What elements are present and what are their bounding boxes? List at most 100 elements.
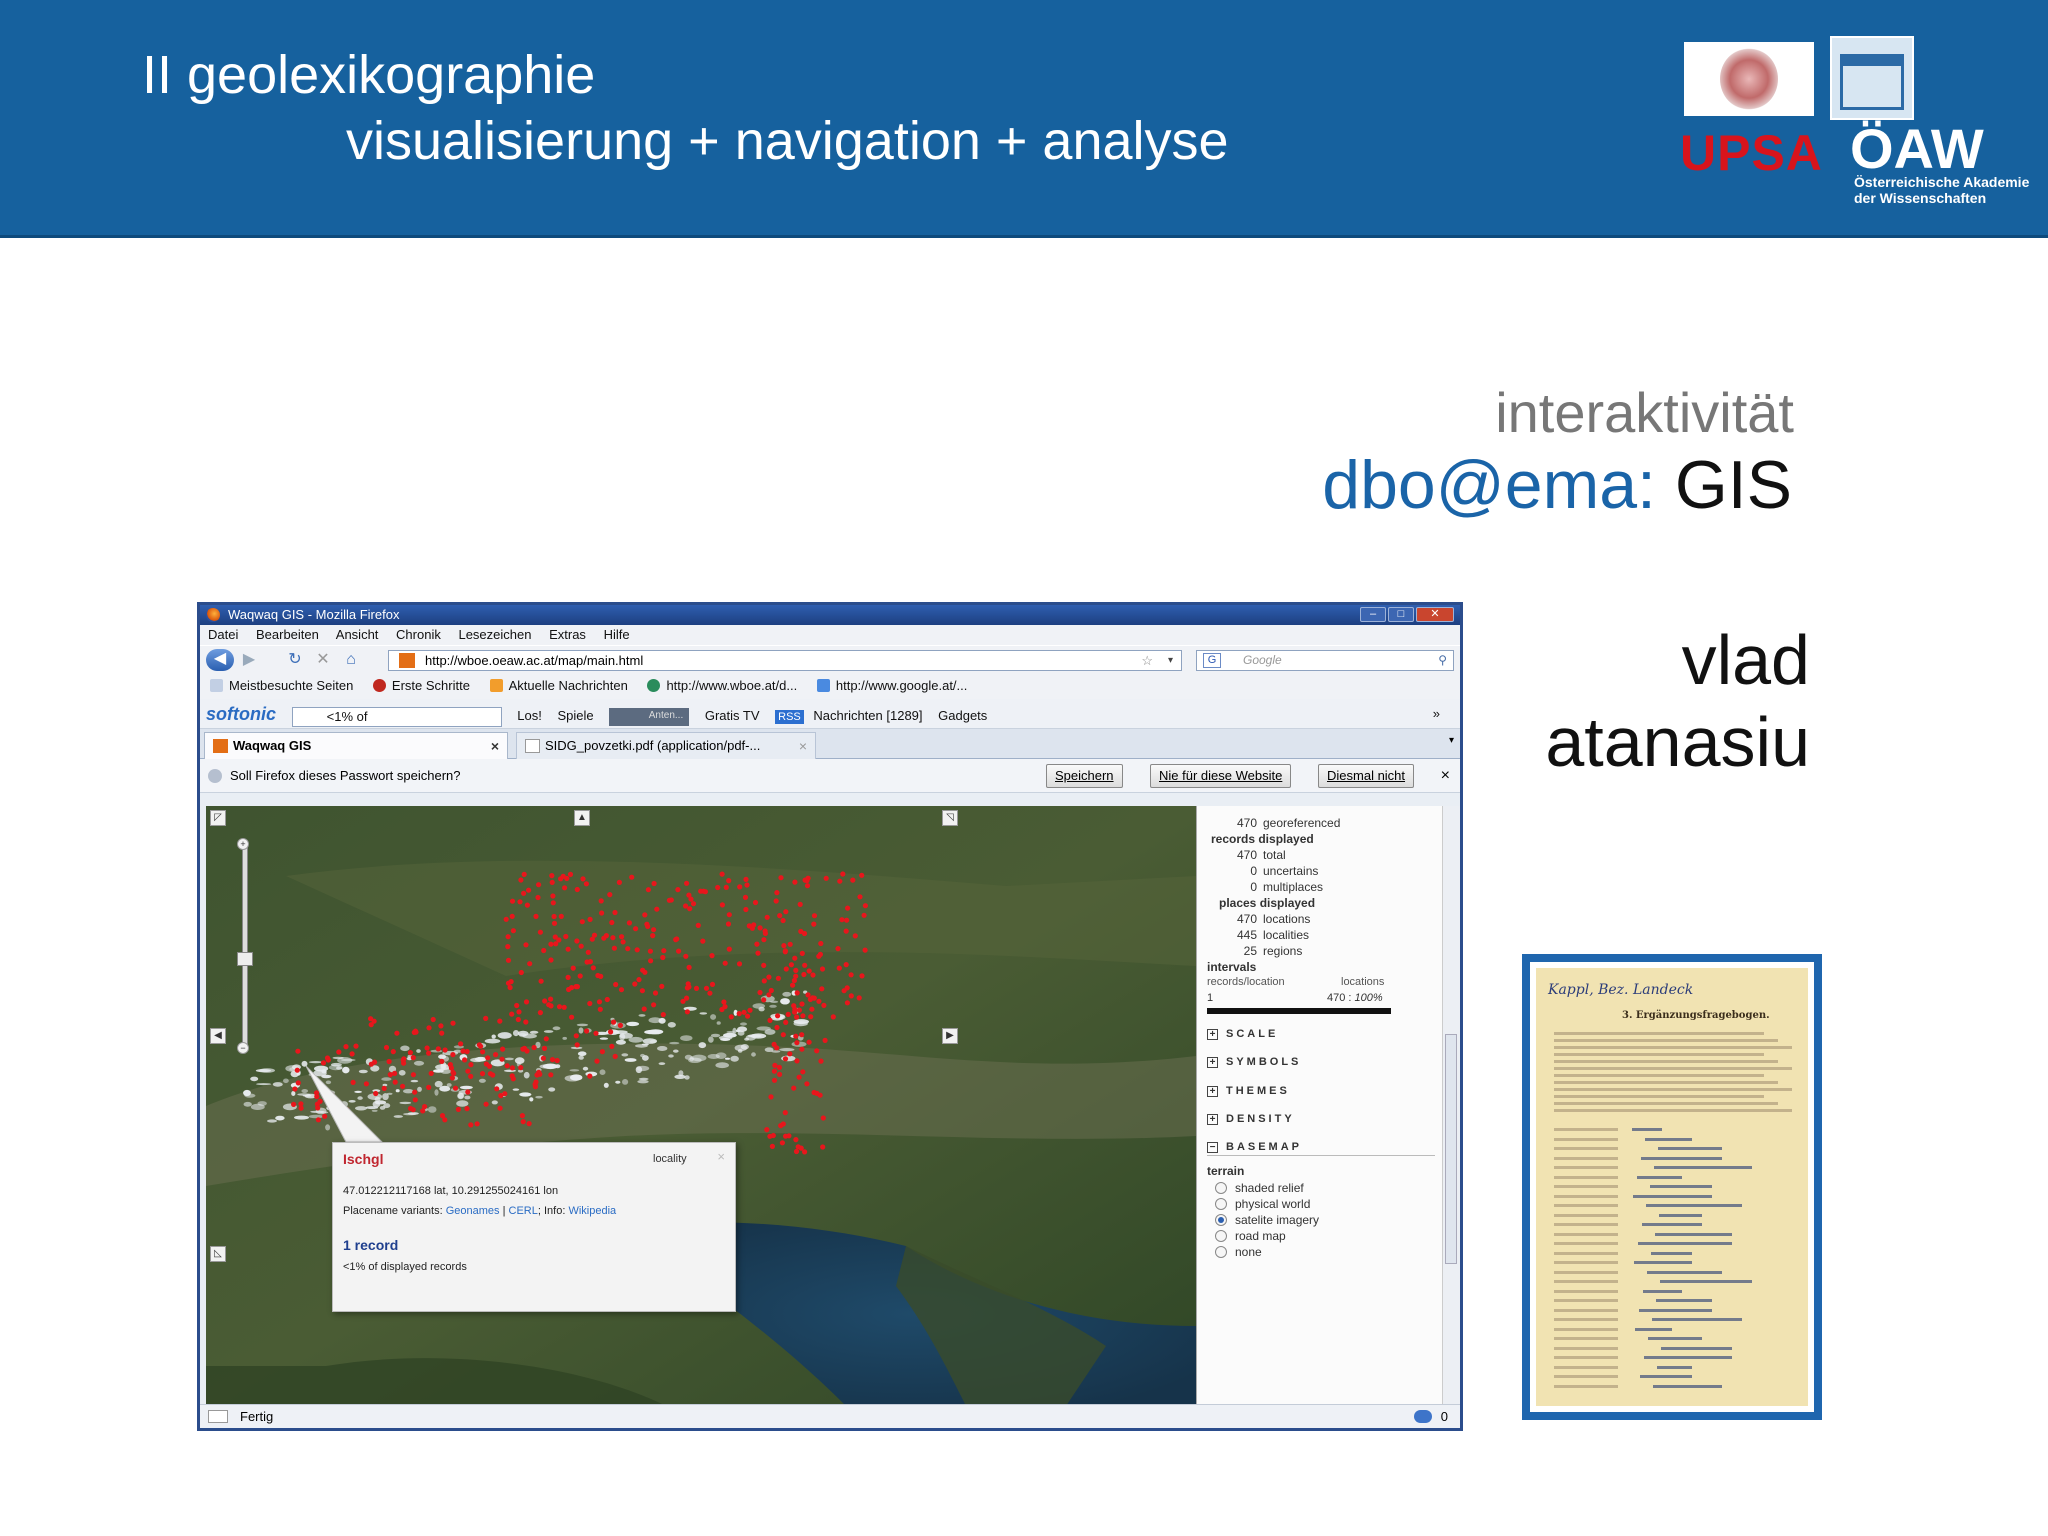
- location-marker[interactable]: [768, 1094, 774, 1100]
- location-marker[interactable]: [676, 948, 682, 954]
- location-marker[interactable]: [408, 1105, 414, 1112]
- location-marker[interactable]: [508, 979, 514, 985]
- location-marker[interactable]: [769, 1143, 776, 1149]
- location-marker[interactable]: [599, 1049, 605, 1055]
- location-marker[interactable]: [498, 1093, 504, 1099]
- menu-bearbeiten[interactable]: Bearbeiten: [256, 627, 319, 642]
- location-marker[interactable]: [400, 1083, 406, 1089]
- location-marker[interactable]: [703, 985, 710, 991]
- location-marker[interactable]: [783, 1133, 789, 1139]
- location-marker[interactable]: [799, 950, 805, 956]
- location-marker[interactable]: [439, 1058, 445, 1064]
- basemap-option-shaded-relief[interactable]: shaded relief: [1215, 1181, 1304, 1195]
- location-marker[interactable]: [766, 974, 772, 980]
- location-marker[interactable]: [796, 1074, 802, 1080]
- toolbar-games-menu[interactable]: Spiele: [557, 708, 593, 723]
- location-marker[interactable]: [782, 1056, 789, 1062]
- location-marker[interactable]: [291, 1101, 297, 1107]
- location-marker[interactable]: [768, 987, 774, 994]
- location-marker[interactable]: [521, 871, 527, 877]
- basemap-option-satellite[interactable]: satelite imagery: [1215, 1213, 1319, 1227]
- location-marker[interactable]: [761, 997, 767, 1003]
- location-marker[interactable]: [728, 1014, 734, 1020]
- location-marker[interactable]: [822, 1037, 828, 1043]
- location-marker[interactable]: [387, 1072, 393, 1078]
- location-marker[interactable]: [574, 886, 580, 893]
- location-marker[interactable]: [325, 1057, 331, 1063]
- location-marker[interactable]: [804, 883, 811, 889]
- location-marker[interactable]: [422, 1104, 428, 1110]
- location-marker[interactable]: [722, 960, 728, 966]
- location-marker[interactable]: [587, 1073, 593, 1079]
- location-marker[interactable]: [509, 1011, 515, 1017]
- location-marker[interactable]: [499, 1056, 505, 1062]
- location-marker[interactable]: [526, 1121, 532, 1127]
- basemap-section[interactable]: − BASEMAP: [1207, 1141, 1302, 1153]
- location-marker[interactable]: [844, 985, 850, 991]
- location-marker[interactable]: [426, 1050, 432, 1056]
- location-marker[interactable]: [719, 902, 726, 908]
- location-marker[interactable]: [410, 1072, 416, 1078]
- location-marker[interactable]: [611, 945, 617, 951]
- location-marker[interactable]: [613, 981, 619, 988]
- location-marker[interactable]: [770, 1132, 776, 1139]
- location-marker[interactable]: [520, 1046, 526, 1052]
- location-marker[interactable]: [517, 899, 523, 905]
- location-marker[interactable]: [607, 892, 613, 898]
- location-marker[interactable]: [426, 1084, 432, 1090]
- location-marker[interactable]: [767, 1017, 773, 1023]
- location-marker[interactable]: [719, 871, 725, 877]
- location-marker[interactable]: [292, 1086, 298, 1092]
- search-icon[interactable]: ⚲: [1438, 651, 1447, 670]
- location-marker[interactable]: [651, 1002, 657, 1008]
- location-marker[interactable]: [503, 916, 509, 922]
- location-marker[interactable]: [861, 912, 867, 918]
- location-marker[interactable]: [809, 1006, 815, 1012]
- location-marker[interactable]: [688, 896, 694, 902]
- themes-section[interactable]: + THEMES: [1207, 1085, 1290, 1097]
- location-marker[interactable]: [550, 893, 556, 899]
- location-marker[interactable]: [648, 958, 654, 964]
- location-marker[interactable]: [709, 953, 715, 959]
- location-marker[interactable]: [680, 998, 686, 1004]
- search-field[interactable]: G Google ⚲: [1196, 650, 1454, 671]
- location-marker[interactable]: [737, 884, 743, 890]
- cerl-link[interactable]: CERL: [509, 1205, 538, 1217]
- location-marker[interactable]: [541, 947, 547, 954]
- location-marker[interactable]: [573, 1033, 579, 1039]
- location-marker[interactable]: [386, 1058, 392, 1065]
- menu-datei[interactable]: Datei: [208, 627, 238, 642]
- wikipedia-link[interactable]: Wikipedia: [568, 1205, 616, 1217]
- location-marker[interactable]: [412, 1028, 419, 1034]
- location-marker[interactable]: [515, 1016, 521, 1023]
- location-marker[interactable]: [743, 906, 749, 913]
- popup-record-count[interactable]: 1 record: [343, 1237, 398, 1253]
- location-marker[interactable]: [715, 884, 721, 891]
- location-marker[interactable]: [412, 1089, 418, 1095]
- location-marker[interactable]: [464, 1106, 470, 1112]
- location-marker[interactable]: [810, 972, 816, 978]
- location-marker[interactable]: [435, 1046, 441, 1052]
- back-button[interactable]: ◀: [206, 649, 234, 671]
- location-marker[interactable]: [452, 1085, 459, 1091]
- location-marker[interactable]: [497, 1105, 503, 1111]
- location-marker[interactable]: [516, 1009, 522, 1015]
- location-marker[interactable]: [793, 1148, 800, 1155]
- location-marker[interactable]: [587, 959, 593, 965]
- maximize-button[interactable]: □: [1388, 607, 1414, 622]
- location-marker[interactable]: [805, 992, 811, 998]
- location-marker[interactable]: [616, 879, 622, 885]
- location-marker[interactable]: [549, 879, 555, 885]
- location-marker[interactable]: [558, 913, 564, 919]
- location-marker[interactable]: [563, 933, 569, 940]
- location-marker[interactable]: [438, 1023, 444, 1029]
- location-marker[interactable]: [368, 1016, 374, 1022]
- location-marker[interactable]: [726, 946, 732, 952]
- location-marker[interactable]: [536, 882, 542, 888]
- location-marker[interactable]: [450, 1069, 456, 1075]
- location-marker[interactable]: [537, 1071, 543, 1077]
- location-marker[interactable]: [650, 933, 656, 939]
- location-marker[interactable]: [757, 989, 763, 996]
- radio-button[interactable]: [1215, 1230, 1227, 1242]
- location-marker[interactable]: [801, 971, 807, 978]
